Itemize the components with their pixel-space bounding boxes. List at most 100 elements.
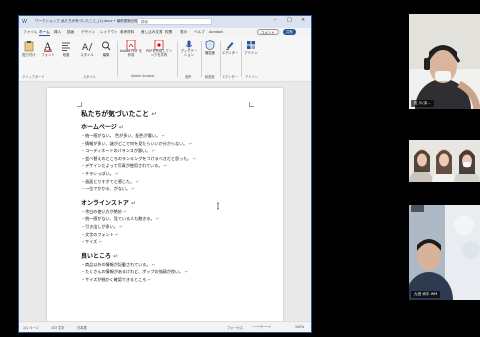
section-heading: オンラインストア ↵: [81, 198, 136, 207]
tab-6[interactable]: 参考資料: [120, 30, 134, 35]
paragraph-label: 段落: [62, 53, 70, 57]
sensitivity-button[interactable]: 機密度: [203, 40, 217, 55]
ribbon-separator: [201, 41, 202, 77]
tab-3[interactable]: 描画: [67, 30, 74, 35]
close-icon[interactable]: ×: [301, 17, 305, 23]
line-text: 私たちが気づいたこと: [81, 110, 149, 118]
magnifier-icon: [102, 41, 111, 51]
dictate-button[interactable]: ディクテーション: [180, 40, 198, 57]
paragraph-mark-icon: ↵: [183, 269, 188, 275]
line-text: ・余白の使い方が絶妙: [81, 208, 122, 214]
editor-button[interactable]: エディター: [222, 40, 238, 55]
maximize-icon[interactable]: □: [287, 17, 292, 23]
tab-10[interactable]: ヘルプ: [194, 30, 205, 35]
zoom-slider[interactable]: −───┼───+: [252, 325, 271, 329]
sensitivity-icon: [205, 40, 215, 50]
list-item: ・文字のフォント ↵: [81, 232, 118, 238]
line-text: ・一位でかかる、がない。: [81, 186, 131, 192]
document-area[interactable]: 私たちが気づいたこと ↵ ホームページ ↵ ・統一感がない。 色が多い、配色が悪い。…: [19, 82, 311, 328]
font-button[interactable]: A フォント: [41, 40, 55, 57]
paragraph-button[interactable]: 段落: [59, 40, 73, 57]
paragraph-icon: [62, 42, 70, 51]
tab-1[interactable]: ホーム: [39, 30, 50, 36]
paragraph-mark-icon: ↵: [116, 124, 124, 131]
tab-9[interactable]: 表示: [180, 30, 187, 35]
paragraph-mark-icon: ↵: [148, 110, 158, 118]
ribbon: 貼り付け A フォント 段落 A スタイル 編集 Adobe PDF を作成 P…: [19, 37, 311, 82]
line-text: ・並べ替えのところのランキングをつけるべきだと思った。: [81, 155, 192, 161]
ribbon-tabs: ファイル ホーム 挿入 描画 デザイン レイアウト 参考資料 差し込み文書 校閲 表示 ヘルプ Acr…: [19, 28, 311, 37]
group-label-sensitivity: 秘密度: [205, 75, 215, 79]
addins-grid-icon: [247, 41, 255, 49]
tab-0[interactable]: ファイル: [23, 30, 37, 35]
paragraph-mark-icon: ↵: [150, 261, 156, 267]
share-button[interactable]: 共有: [283, 29, 296, 35]
section-heading: 良いところ ↵: [81, 251, 118, 260]
minimize-icon[interactable]: –: [274, 17, 277, 23]
tab-11[interactable]: Acrobat: [209, 30, 223, 34]
list-item: ・引き出しが多い。 ↵: [81, 224, 123, 230]
crop-mark: [249, 102, 254, 107]
group-label-voice: 音声: [185, 75, 192, 79]
addins-button[interactable]: アドイン: [243, 40, 259, 55]
participant-tile-1[interactable]: 佐 川(あ...: [409, 14, 480, 109]
svg-text:A: A: [82, 43, 89, 52]
list-item: ・デザインだよって写真が使用されている。 ↵: [81, 163, 167, 169]
document-page[interactable]: 私たちが気づいたこと ↵ ホームページ ↵ ・統一感がない。 色が多い、配色が悪い。…: [47, 88, 283, 328]
participant-badge: WM: [430, 292, 438, 296]
create-pdf-label: Adobe PDF を作成: [119, 49, 143, 57]
participant-video-2: [409, 140, 480, 182]
list-item: ・統一感がない。 色が多い、配色が悪い。 ↵: [81, 133, 165, 139]
tab-5[interactable]: レイアウト: [100, 30, 118, 35]
list-item: ・コーディネートのバランスが悪い。 ↵: [81, 148, 155, 154]
participant-tile-2[interactable]: [409, 140, 480, 182]
editing-button[interactable]: 編集: [99, 40, 113, 57]
status-bar: 1/1 ページ 433 文字 日本語 フォーカス −───┼───+ 100%: [19, 321, 311, 332]
addins-label: アドイン: [244, 51, 258, 55]
styles-button[interactable]: A スタイル: [79, 40, 95, 57]
tab-7[interactable]: 差し込み文書: [141, 30, 163, 35]
paragraph-mark-icon: ↵: [111, 252, 119, 260]
create-share-pdf-button[interactable]: PDFを作成してリンクを共有: [145, 40, 173, 57]
list-item: ・チラシっぽい。 ↵: [81, 171, 118, 177]
line-text: オンラインストア: [81, 199, 129, 207]
focus-mode-button[interactable]: フォーカス: [227, 325, 243, 330]
zoom-level[interactable]: 100%: [295, 325, 304, 329]
search-box[interactable]: 検索: [137, 18, 212, 25]
crop-mark: [77, 102, 82, 107]
font-a-icon: A: [43, 42, 52, 52]
ribbon-separator: [220, 41, 221, 77]
sensitivity-label: 機密度: [205, 51, 215, 55]
title-bar: W ワークショップ_私たちが気づいたこと_(1).docx • 最終更新日時: …: [19, 16, 311, 28]
ribbon-separator: [117, 41, 118, 77]
tab-4[interactable]: デザイン: [81, 30, 95, 35]
paragraph-mark-icon: ↵: [134, 178, 139, 184]
line-text: ・画面とりすぎてと感じた。: [81, 178, 135, 184]
status-language[interactable]: 日本語: [77, 325, 87, 330]
tab-2[interactable]: 挿入: [54, 30, 61, 35]
window-title: ワークショップ_私たちが気づいたこと_(1).docx • 最終更新日時: 13…: [35, 19, 151, 23]
participant-video-1: [409, 14, 480, 109]
paragraph-mark-icon: ↵: [130, 186, 135, 192]
line-text: ・情報が多い、謎がどこで何を見たらいいか分からない。: [81, 140, 188, 146]
participant-tile-3[interactable]: 九田 尚平 WM: [409, 205, 480, 300]
status-page[interactable]: 1/1 ページ: [23, 325, 39, 330]
comment-button[interactable]: コメント: [257, 29, 279, 35]
tab-8[interactable]: 校閲: [165, 30, 172, 35]
group-label-editor: エディター: [222, 75, 238, 79]
line-text: ・サイズ: [81, 239, 98, 245]
create-pdf-button[interactable]: Adobe PDF を作成: [119, 40, 143, 57]
line-text: ・文字のフォント: [81, 231, 114, 237]
line-text: 良いところ: [81, 252, 112, 260]
list-item: ・余白の使い方が絶妙 ↵: [81, 209, 127, 215]
line-text: ・デザインだよって写真が使用されている。: [81, 163, 163, 169]
editor-label: エディター: [222, 51, 239, 55]
group-label-acrobat: Adobe Acrobat: [131, 74, 155, 78]
group-label-styles: スタイル: [83, 75, 96, 79]
list-item: ・サイズが細かく確認できるところ ↵: [81, 277, 151, 283]
status-word-count[interactable]: 433 文字: [51, 325, 64, 330]
participant-video-3: [409, 205, 480, 300]
list-item: ・並べ替えのところのランキングをつけるべきだと思った。 ↵: [81, 156, 196, 162]
word-app-icon: W: [22, 19, 27, 25]
paste-button[interactable]: 貼り付け: [22, 40, 36, 57]
